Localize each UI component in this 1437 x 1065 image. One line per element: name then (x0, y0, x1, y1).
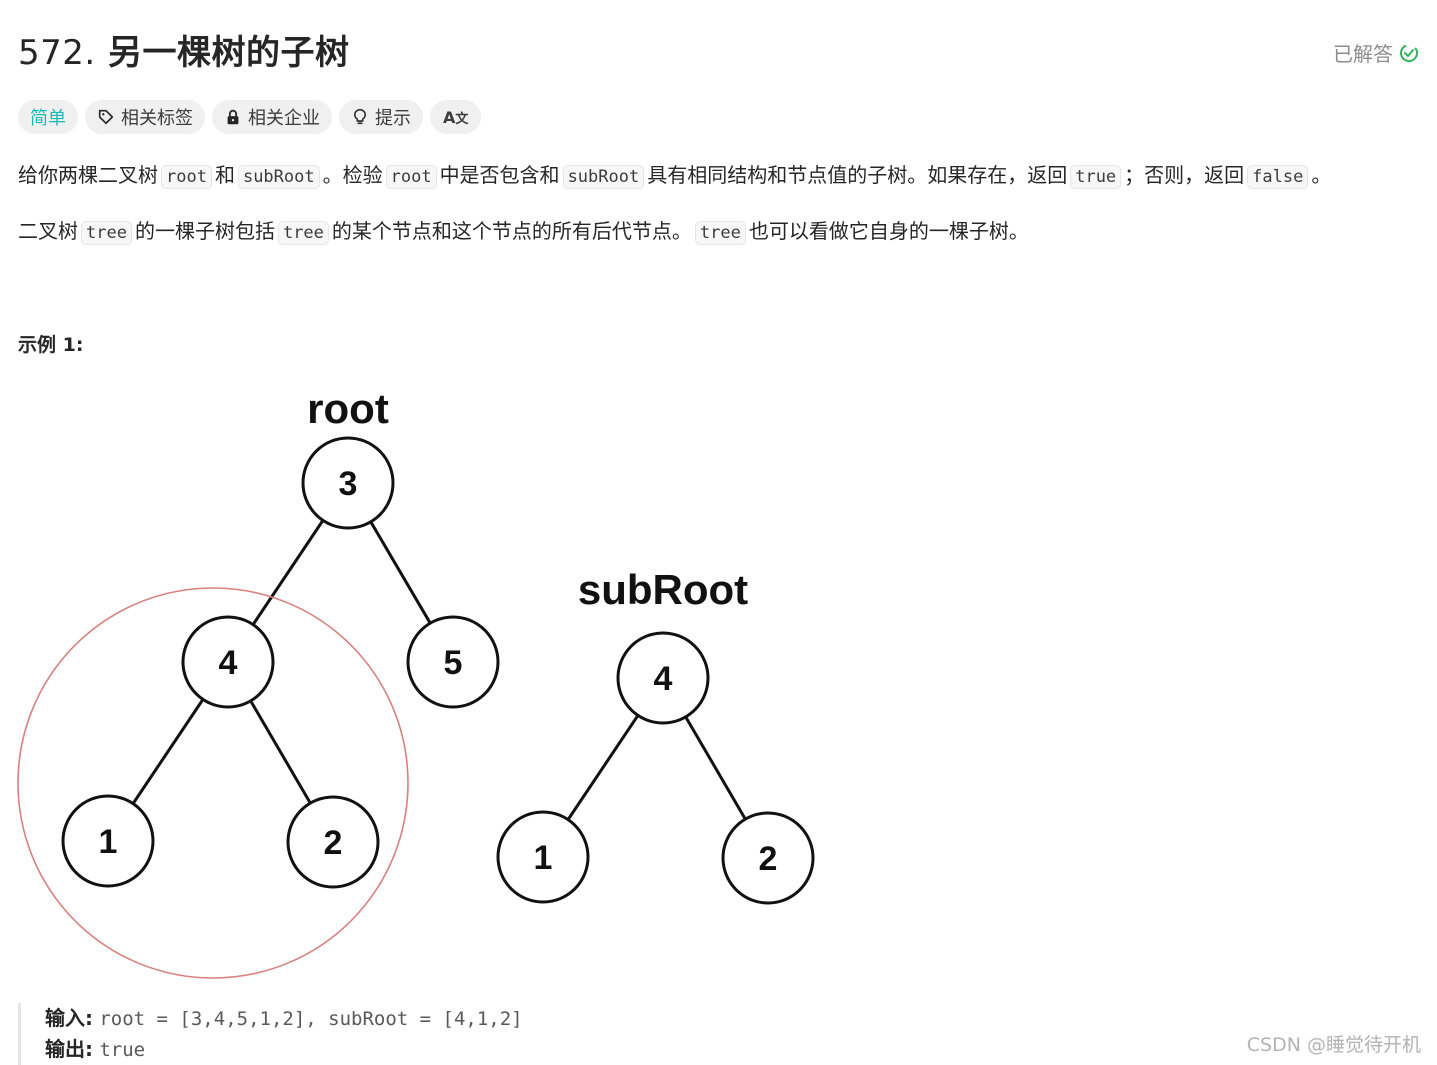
text-segment: 二叉树 (18, 219, 78, 243)
root-tree-node: 2 (286, 795, 380, 889)
root-tree-node: 5 (406, 615, 500, 709)
text-segment: 中是否包含和 (439, 163, 560, 187)
difficulty-label: 简单 (30, 108, 66, 129)
solved-status: 已解答 (1333, 38, 1419, 67)
text-segment: 。检验 (322, 163, 383, 187)
node-value: 5 (444, 644, 463, 682)
subroot-tree-node: 1 (496, 810, 590, 904)
problem-number: 572. (18, 33, 96, 73)
node-value: 2 (759, 840, 778, 878)
example-io-block: 输入: root = [3,4,5,1,2], subRoot = [4,1,2… (18, 1003, 523, 1065)
inline-code: tree (694, 221, 746, 245)
check-circle-icon (1400, 43, 1418, 62)
text-segment: 的一棵子树包括 (134, 219, 275, 243)
inline-code: tree (277, 221, 329, 245)
text-segment: 和 (214, 163, 235, 187)
text-segment: 给你两棵二叉树 (18, 163, 158, 187)
node-value: 4 (654, 660, 673, 698)
inline-code: false (1247, 165, 1309, 189)
tag-icon (98, 109, 114, 125)
lightbulb-icon (353, 109, 367, 125)
node-value: 1 (99, 823, 118, 861)
node-value: 3 (339, 465, 358, 503)
example-output-line: 输出: true (45, 1034, 523, 1065)
subroot-tree-edge (566, 714, 640, 821)
root-tree-edge (251, 519, 325, 626)
root-tree-node: 1 (61, 794, 155, 888)
related-companies-button[interactable]: 相关企业 (212, 100, 332, 134)
solved-label: 已解答 (1333, 42, 1393, 66)
description-paragraph-1: 给你两棵二叉树 root 和 subRoot 。检验 root 中是否包含和 subRoot 具… (18, 160, 1331, 192)
example-diagram: 3 4 5 1 2 4 1 2 root subRoot (17, 385, 815, 979)
hint-button[interactable]: 提示 (339, 100, 423, 134)
text-segment: 的某个节点和这个节点的所有后代节点。 (331, 219, 692, 243)
input-value: root = [3,4,5,1,2], subRoot = [4,1,2] (99, 1008, 523, 1030)
description-paragraph-2: 二叉树 tree 的一棵子树包括 tree 的某个节点和这个节点的所有后代节点。 tree… (18, 216, 1029, 248)
subroot-tree-node: 2 (721, 811, 815, 905)
output-value: true (99, 1039, 146, 1061)
node-value: 2 (324, 824, 343, 862)
text-segment: 也可以看做它自身的一棵子树。 (748, 219, 1029, 243)
tag-bar: 简单 相关标签 相关企业 提示 A文 (18, 100, 482, 134)
inline-code: root (385, 165, 437, 189)
inline-code: subRoot (562, 165, 645, 189)
output-label: 输出: (45, 1037, 93, 1061)
example-title: 示例 1: (18, 334, 84, 356)
root-tree-edge (369, 521, 432, 624)
subroot-tree-edge (684, 716, 747, 820)
related-companies-label: 相关企业 (248, 108, 320, 129)
inline-code: root (161, 165, 212, 189)
node-value: 1 (534, 839, 553, 877)
related-tags-button[interactable]: 相关标签 (85, 100, 205, 134)
hint-label: 提示 (375, 108, 411, 129)
inline-code: tree (81, 221, 132, 245)
problem-title: 572. 另一棵树的子树 (18, 30, 350, 76)
text-segment: 具有相同结构和节点值的子树。如果存在，返回 (647, 163, 1068, 187)
node-value: 4 (219, 644, 238, 682)
problem-name: 另一棵树的子树 (108, 33, 350, 73)
text-segment: ；否则，返回 (1124, 163, 1245, 187)
lock-icon (227, 109, 239, 125)
subroot-tree-node: 4 (616, 631, 710, 725)
translate-button[interactable]: A文 (430, 100, 482, 134)
text-segment: 。 (1311, 163, 1332, 187)
inline-code: true (1070, 165, 1122, 189)
root-tree-edge (249, 700, 312, 804)
root-tree-node: 3 (301, 436, 395, 530)
root-label: root (307, 385, 389, 432)
translate-icon: A文 (443, 107, 469, 127)
subroot-label: subRoot (578, 566, 748, 613)
watermark: CSDN @睡觉待开机 (1246, 1034, 1421, 1056)
root-tree-node: 4 (181, 615, 275, 709)
input-label: 输入: (45, 1006, 93, 1030)
inline-code: subRoot (237, 165, 320, 189)
example-input-line: 输入: root = [3,4,5,1,2], subRoot = [4,1,2… (45, 1003, 523, 1034)
related-tags-label: 相关标签 (121, 108, 193, 129)
difficulty-badge[interactable]: 简单 (18, 100, 78, 134)
root-tree-edge (131, 698, 205, 805)
